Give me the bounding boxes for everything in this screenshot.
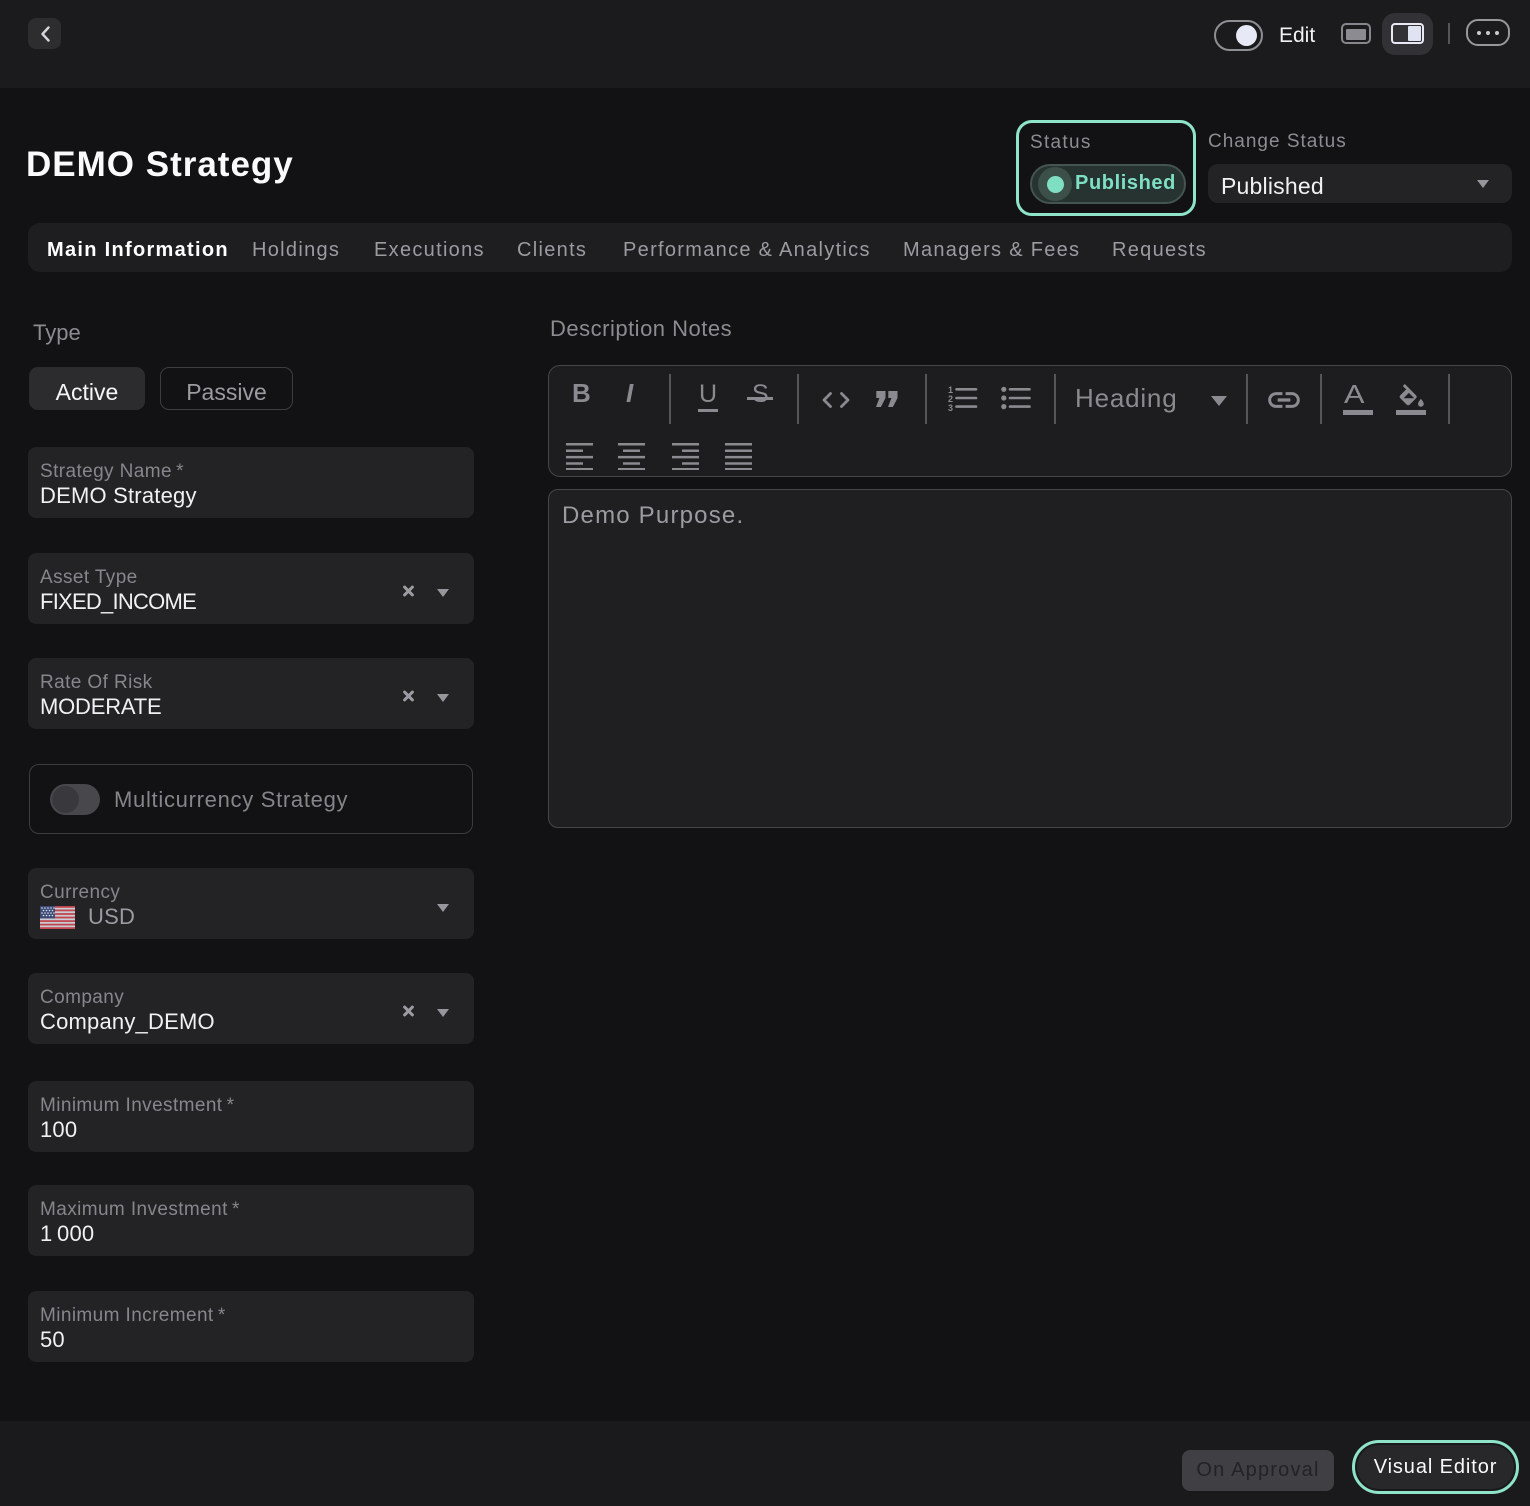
svg-text:3: 3 bbox=[948, 403, 953, 412]
